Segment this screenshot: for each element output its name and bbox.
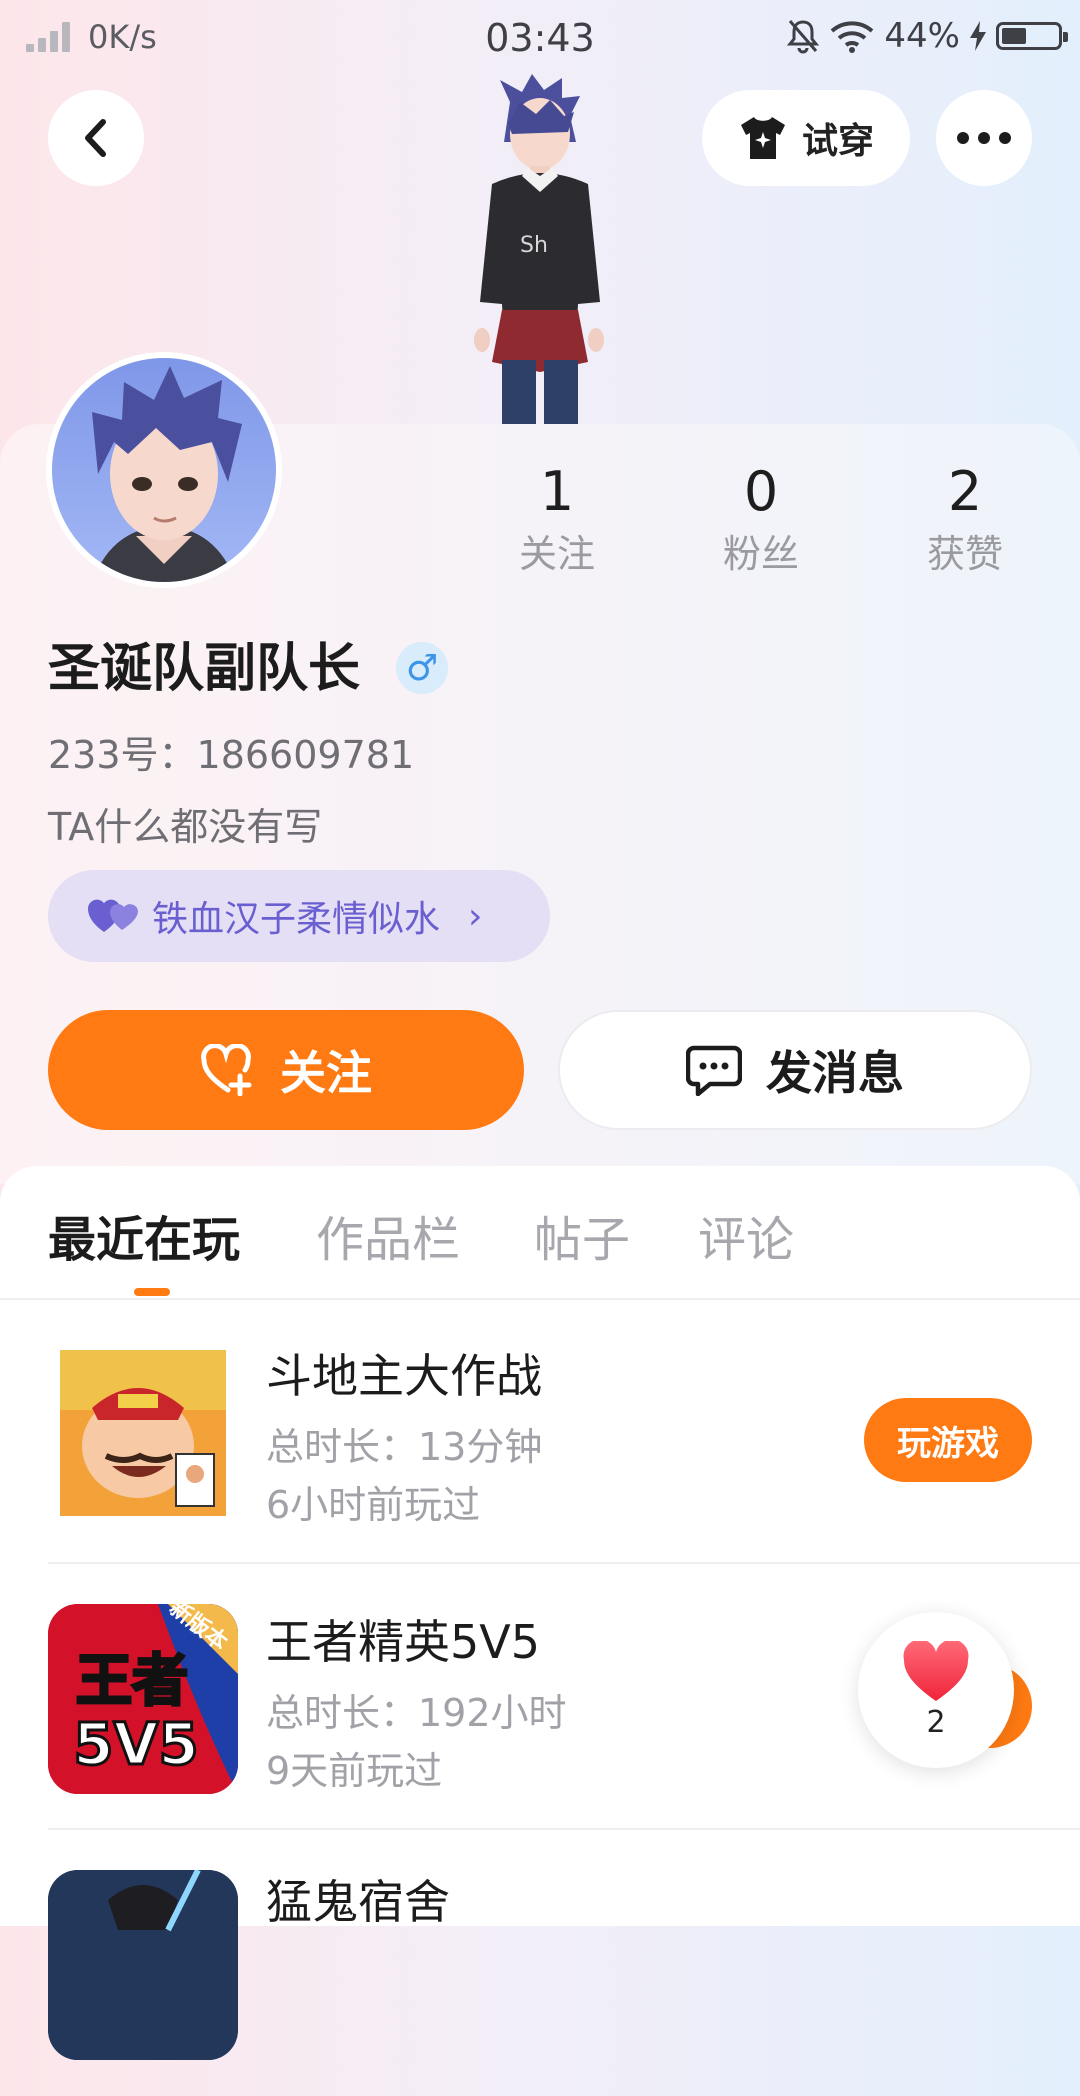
double-heart-icon <box>88 899 138 932</box>
game-row[interactable]: 猛鬼宿舍 <box>48 1832 1080 2096</box>
follow-label: 关注 <box>280 1046 372 1100</box>
tag-text: 铁血汉子柔情似水 <box>152 899 441 940</box>
heart-plus-icon <box>201 1044 252 1096</box>
more-dots-icon <box>957 132 1011 144</box>
divider <box>48 1562 1080 1564</box>
heart-icon <box>903 1640 969 1701</box>
tshirt-icon <box>740 117 785 159</box>
try-on-label: 试穿 <box>801 121 874 162</box>
play-game-button[interactable]: 玩游戏 <box>864 1398 1032 1482</box>
tab-bar: 最近在玩 作品栏 帖子 评论 <box>0 1166 1080 1300</box>
battery-percent: 44% <box>884 16 960 56</box>
message-button[interactable]: 发消息 <box>558 1010 1032 1130</box>
likes-count: 2 <box>947 460 983 523</box>
content-section: 最近在玩 作品栏 帖子 评论 斗地主大作战 总时长：13分钟 6小时前玩过 玩游… <box>0 1166 1080 2060</box>
chevron-left-icon <box>85 119 106 157</box>
tab-works[interactable]: 作品栏 <box>316 1200 460 1270</box>
bio-text: TA什么都没有写 <box>48 805 323 849</box>
svg-text:Sh: Sh <box>520 233 548 258</box>
following-label: 关注 <box>518 532 595 576</box>
tab-recently-played[interactable]: 最近在玩 <box>48 1200 240 1270</box>
status-icons: 44% <box>786 16 1068 56</box>
wifi-icon <box>831 21 874 53</box>
back-button[interactable] <box>48 90 144 186</box>
like-float-button[interactable]: 2 <box>858 1612 1014 1768</box>
game-last-played: 9天前玩过 <box>266 1749 443 1793</box>
personality-tag[interactable]: 铁血汉子柔情似水 › <box>48 870 550 962</box>
game-duration: 总时长：13分钟 <box>266 1425 543 1469</box>
game-icon-wangzhe[interactable]: 新版本 王者 5V5 <box>48 1604 238 1794</box>
like-count: 2 <box>926 1704 946 1740</box>
chat-bubble-icon <box>686 1045 742 1096</box>
tab-comments[interactable]: 评论 <box>698 1200 794 1270</box>
follow-button[interactable]: 关注 <box>48 1010 524 1130</box>
game-icon-doudizhu[interactable] <box>48 1338 238 1528</box>
game-duration: 总时长：192小时 <box>266 1691 567 1735</box>
avatar[interactable] <box>46 352 282 588</box>
chevron-right-icon: › <box>468 895 483 937</box>
avatar-figure[interactable]: Sh <box>440 72 640 428</box>
fans-count: 0 <box>743 460 779 523</box>
tab-posts[interactable]: 帖子 <box>534 1200 630 1270</box>
game-last-played: 6小时前玩过 <box>266 1483 481 1527</box>
following-count: 1 <box>539 460 575 523</box>
avatar-portrait <box>92 366 242 582</box>
charging-icon <box>970 21 986 51</box>
account-id: 233号：186609781 <box>48 733 415 777</box>
male-gender-icon: ♂ <box>396 642 448 694</box>
game-title: 斗地主大作战 <box>266 1349 542 1403</box>
stat-following[interactable]: 1 关注 <box>482 460 632 580</box>
game-title: 猛鬼宿舍 <box>266 1875 450 1929</box>
game-icon-menggui[interactable] <box>48 1870 238 2060</box>
likes-label: 获赞 <box>926 532 1003 576</box>
game-row[interactable]: 斗地主大作战 总时长：13分钟 6小时前玩过 玩游戏 <box>48 1300 1080 1564</box>
username: 圣诞队副队长 <box>48 639 361 699</box>
icon-title-text: 王者 <box>76 1649 188 1714</box>
game-title: 王者精英5V5 <box>266 1615 541 1669</box>
icon-subtitle-text: 5V5 <box>73 1710 199 1778</box>
tab-indicator <box>134 1288 170 1296</box>
fans-label: 粉丝 <box>722 532 799 576</box>
status-bar: 0K/s 03:43 44% <box>0 0 1080 76</box>
mute-bell-icon <box>787 20 820 54</box>
more-button[interactable] <box>936 90 1032 186</box>
divider <box>48 1828 1080 1830</box>
stat-likes[interactable]: 2 获赞 <box>890 460 1040 580</box>
message-label: 发消息 <box>766 1046 904 1100</box>
battery-icon <box>996 22 1068 50</box>
stat-fans[interactable]: 0 粉丝 <box>686 460 836 580</box>
try-on-button[interactable]: 试穿 <box>702 90 910 186</box>
